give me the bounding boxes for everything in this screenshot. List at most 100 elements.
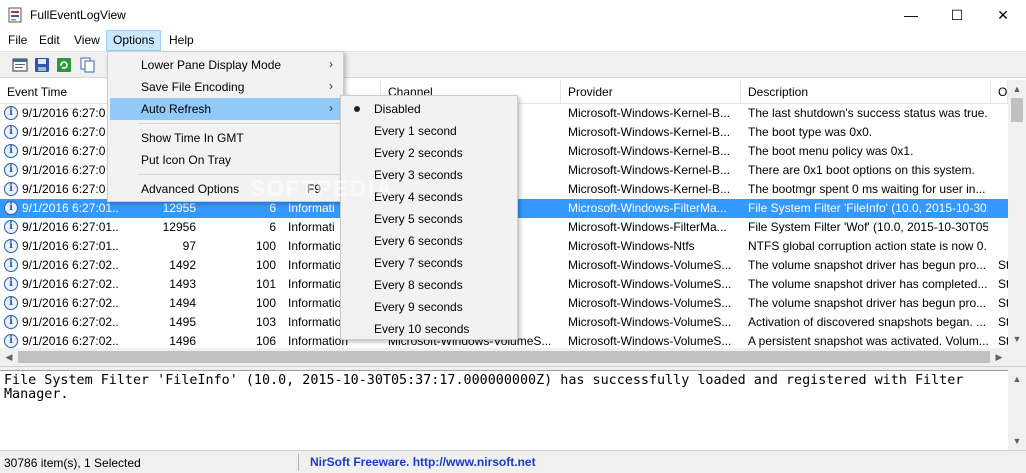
info-level-icon: i <box>4 201 18 215</box>
cell-description: The boot type was 0x0. <box>748 125 873 139</box>
refresh-option-9[interactable]: Every 9 seconds <box>343 296 515 318</box>
cell-provider: Microsoft-Windows-Kernel-B... <box>568 125 731 139</box>
menu-file[interactable]: File <box>2 30 33 51</box>
cell-provider: Microsoft-Windows-VolumeS... <box>568 315 732 329</box>
menu-item-label: Every 6 seconds <box>374 234 463 248</box>
hscroll-thumb[interactable] <box>18 351 990 363</box>
column-header-description[interactable]: Description <box>741 80 991 104</box>
menu-item-lower-pane-display-mode[interactable]: Lower Pane Display Mode › <box>110 54 341 76</box>
cell-provider: Microsoft-Windows-VolumeS... <box>568 334 732 348</box>
menu-item-label: Save File Encoding <box>141 80 245 94</box>
scroll-left-icon[interactable]: ◀ <box>0 348 18 366</box>
cell-time: 9/1/2016 6:27:02... <box>22 277 118 291</box>
cell-time: 9/1/2016 6:27:0 <box>22 163 106 177</box>
info-level-icon: i <box>4 106 18 120</box>
lower-scroll-up-icon[interactable]: ▲ <box>1008 370 1026 388</box>
info-level-icon: i <box>4 144 18 158</box>
cell-record: 1496 <box>169 334 196 348</box>
item-count-status: 30786 item(s), 1 Selected <box>4 456 141 470</box>
menu-view[interactable]: View <box>68 30 106 51</box>
cell-id: 100 <box>255 296 276 310</box>
menu-item-label: Every 9 seconds <box>374 300 463 314</box>
cell-time: 9/1/2016 6:27:02... <box>22 296 118 310</box>
column-header-other[interactable]: O <box>991 80 1008 104</box>
cell-id: 106 <box>255 334 276 348</box>
vertical-scrollbar[interactable]: ▲ ▼ <box>1008 80 1026 348</box>
cell-id: 6 <box>269 220 276 234</box>
chevron-right-icon: › <box>329 101 333 115</box>
info-level-icon: i <box>4 334 18 348</box>
status-divider <box>298 454 299 471</box>
scroll-up-icon[interactable]: ▲ <box>1008 80 1026 98</box>
scroll-right-icon[interactable]: ▶ <box>990 348 1008 366</box>
save-icon[interactable] <box>34 57 50 73</box>
lower-scroll-down-icon[interactable]: ▼ <box>1008 432 1026 450</box>
menu-separator <box>138 174 341 175</box>
status-bar: 30786 item(s), 1 Selected NirSoft Freewa… <box>0 450 1026 473</box>
refresh-option-2[interactable]: Every 2 seconds <box>343 142 515 164</box>
cell-record: 1493 <box>169 277 196 291</box>
copy-icon[interactable] <box>80 57 96 73</box>
info-level-icon: i <box>4 277 18 291</box>
menu-item-label: Lower Pane Display Mode <box>141 58 282 72</box>
lower-pane-scrollbar[interactable]: ▲ ▼ <box>1008 370 1026 450</box>
menu-item-auto-refresh[interactable]: Auto Refresh › <box>110 98 341 120</box>
cell-id: 101 <box>255 277 276 291</box>
chevron-right-icon: › <box>329 79 333 93</box>
cell-provider: Microsoft-Windows-Kernel-B... <box>568 163 731 177</box>
cell-provider: Microsoft-Windows-Kernel-B... <box>568 106 731 120</box>
info-level-icon: i <box>4 315 18 329</box>
cell-id: 100 <box>255 258 276 272</box>
scroll-corner <box>1008 348 1026 366</box>
close-button[interactable]: ✕ <box>980 0 1026 30</box>
cell-time: 9/1/2016 6:27:0 <box>22 125 106 139</box>
refresh-icon[interactable] <box>56 57 72 73</box>
nirsoft-link[interactable]: NirSoft Freeware. http://www.nirsoft.net <box>310 455 536 469</box>
cell-description: File System Filter 'Wof' (10.0, 2015-10-… <box>748 220 988 234</box>
cell-description: A persistent snapshot was activated. Vol… <box>748 334 988 348</box>
menu-item-label: Advanced Options <box>141 182 240 196</box>
cell-provider: Microsoft-Windows-Kernel-B... <box>568 144 731 158</box>
info-level-icon: i <box>4 220 18 234</box>
app-icon <box>8 7 22 23</box>
cell-time: 9/1/2016 6:27:02... <box>22 258 118 272</box>
cell-description: The volume snapshot driver has begun pro… <box>748 258 987 272</box>
menu-item-label: Every 2 seconds <box>374 146 463 160</box>
menu-item-show-time-in-gmt[interactable]: Show Time In GMT <box>110 127 341 149</box>
scroll-down-icon[interactable]: ▼ <box>1008 330 1026 348</box>
info-level-icon: i <box>4 239 18 253</box>
event-details-text: File System Filter 'FileInfo' (10.0, 201… <box>4 373 972 402</box>
menu-item-put-icon-on-tray[interactable]: Put Icon On Tray <box>110 149 341 171</box>
info-level-icon: i <box>4 125 18 139</box>
cell-id: 103 <box>255 315 276 329</box>
info-level-icon: i <box>4 296 18 310</box>
cell-id: 100 <box>255 239 276 253</box>
properties-icon[interactable] <box>12 57 28 73</box>
menu-edit[interactable]: Edit <box>33 30 66 51</box>
maximize-button[interactable]: ☐ <box>934 0 980 30</box>
refresh-option-10[interactable]: Every 10 seconds <box>343 318 515 340</box>
cell-time: 9/1/2016 6:27:02... <box>22 334 118 348</box>
refresh-option-7[interactable]: Every 7 seconds <box>343 252 515 274</box>
menu-item-label: Every 5 seconds <box>374 212 463 226</box>
cell-provider: Microsoft-Windows-FilterMa... <box>568 220 727 234</box>
refresh-option-1[interactable]: Every 1 second <box>343 120 515 142</box>
refresh-option-0[interactable]: Disabled <box>343 98 515 120</box>
refresh-option-8[interactable]: Every 8 seconds <box>343 274 515 296</box>
auto-refresh-submenu: Disabled Every 1 second Every 2 seconds Eve… <box>340 95 518 340</box>
horizontal-scrollbar[interactable]: ◀ ▶ <box>0 348 1008 366</box>
refresh-option-6[interactable]: Every 6 seconds <box>343 230 515 252</box>
minimize-button[interactable]: — <box>888 0 934 30</box>
cell-record: 97 <box>182 239 196 253</box>
cell-description: There are 0x1 boot options on this syste… <box>748 163 975 177</box>
menu-separator <box>138 123 341 124</box>
menu-help[interactable]: Help <box>163 30 200 51</box>
cell-record: 1495 <box>169 315 196 329</box>
menu-item-label: Every 10 seconds <box>374 322 470 336</box>
refresh-option-5[interactable]: Every 5 seconds <box>343 208 515 230</box>
menu-item-save-file-encoding[interactable]: Save File Encoding › <box>110 76 341 98</box>
menu-options[interactable]: Options <box>106 30 162 51</box>
cell-description: The volume snapshot driver has completed… <box>748 277 988 291</box>
scroll-thumb[interactable] <box>1011 98 1023 122</box>
column-header-provider[interactable]: Provider <box>561 80 741 104</box>
